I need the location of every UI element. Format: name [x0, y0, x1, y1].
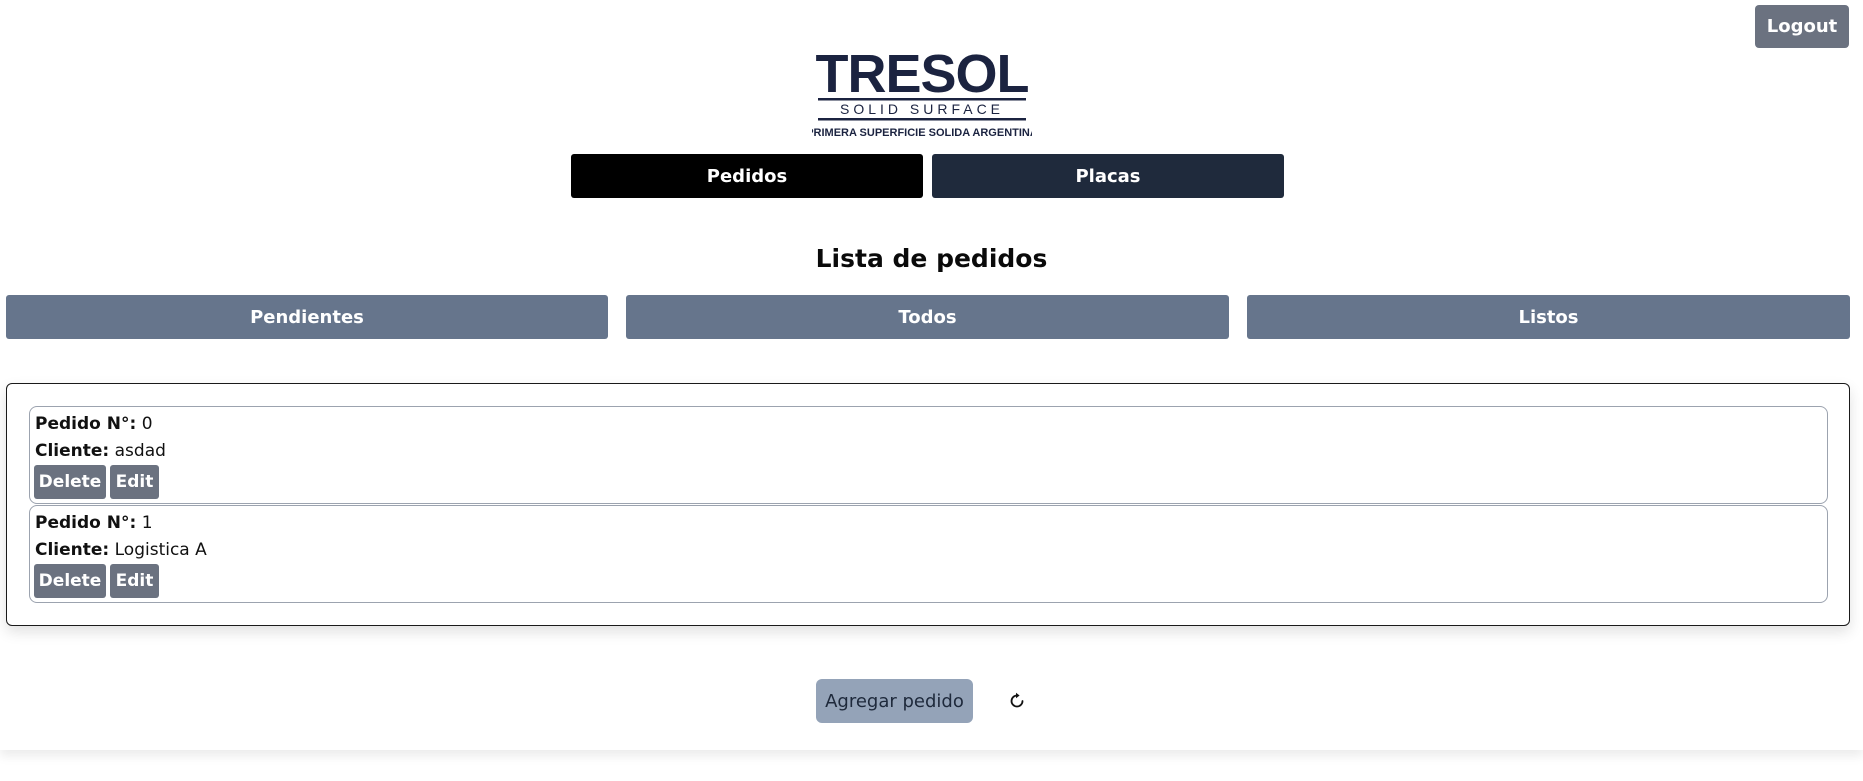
order-client-line: Cliente: Logistica A: [35, 540, 207, 560]
order-card: Pedido N°: 1 Cliente: Logistica A Delete…: [29, 505, 1828, 603]
edit-button[interactable]: Edit: [110, 465, 159, 499]
order-client-label: Cliente:: [35, 540, 110, 560]
order-number-line: Pedido N°: 1: [35, 513, 153, 533]
tab-placas[interactable]: Placas: [932, 154, 1284, 198]
order-client-line: Cliente: asdad: [35, 441, 166, 461]
delete-button[interactable]: Delete: [34, 564, 106, 598]
order-number-value: 1: [141, 513, 153, 533]
order-number-line: Pedido N°: 0: [35, 414, 153, 434]
refresh-icon[interactable]: [1007, 691, 1027, 711]
logo-sub: SOLID SURFACE: [840, 101, 1004, 117]
edit-button[interactable]: Edit: [110, 564, 159, 598]
order-number-label: Pedido N°:: [35, 513, 137, 533]
logo-tagline: PRIMERA SUPERFICIE SOLIDA ARGENTINA: [812, 127, 1032, 139]
add-order-button[interactable]: Agregar pedido: [816, 679, 973, 723]
delete-button[interactable]: Delete: [34, 465, 106, 499]
orders-list: Pedido N°: 0 Cliente: asdad Delete Edit …: [6, 383, 1850, 626]
tab-pedidos[interactable]: Pedidos: [571, 154, 923, 198]
order-client-label: Cliente:: [35, 441, 110, 461]
tresol-logo: TRESOL SOLID SURFACE PRIMERA SUPERFICIE …: [812, 46, 1032, 142]
logo-brand: TRESOL: [815, 46, 1028, 104]
filter-pendientes-button[interactable]: Pendientes: [6, 295, 608, 339]
page-title: Lista de pedidos: [815, 244, 1048, 273]
filter-listos-button[interactable]: Listos: [1247, 295, 1850, 339]
order-number-label: Pedido N°:: [35, 414, 137, 434]
order-client-value: Logistica A: [114, 540, 207, 560]
order-client-value: asdad: [114, 441, 166, 461]
filter-todos-button[interactable]: Todos: [626, 295, 1229, 339]
logout-button[interactable]: Logout: [1755, 5, 1849, 48]
order-card: Pedido N°: 0 Cliente: asdad Delete Edit: [29, 406, 1828, 504]
page: Logout TRESOL SOLID SURFACE PRIMERA SUPE…: [0, 0, 1863, 750]
order-number-value: 0: [141, 414, 153, 434]
